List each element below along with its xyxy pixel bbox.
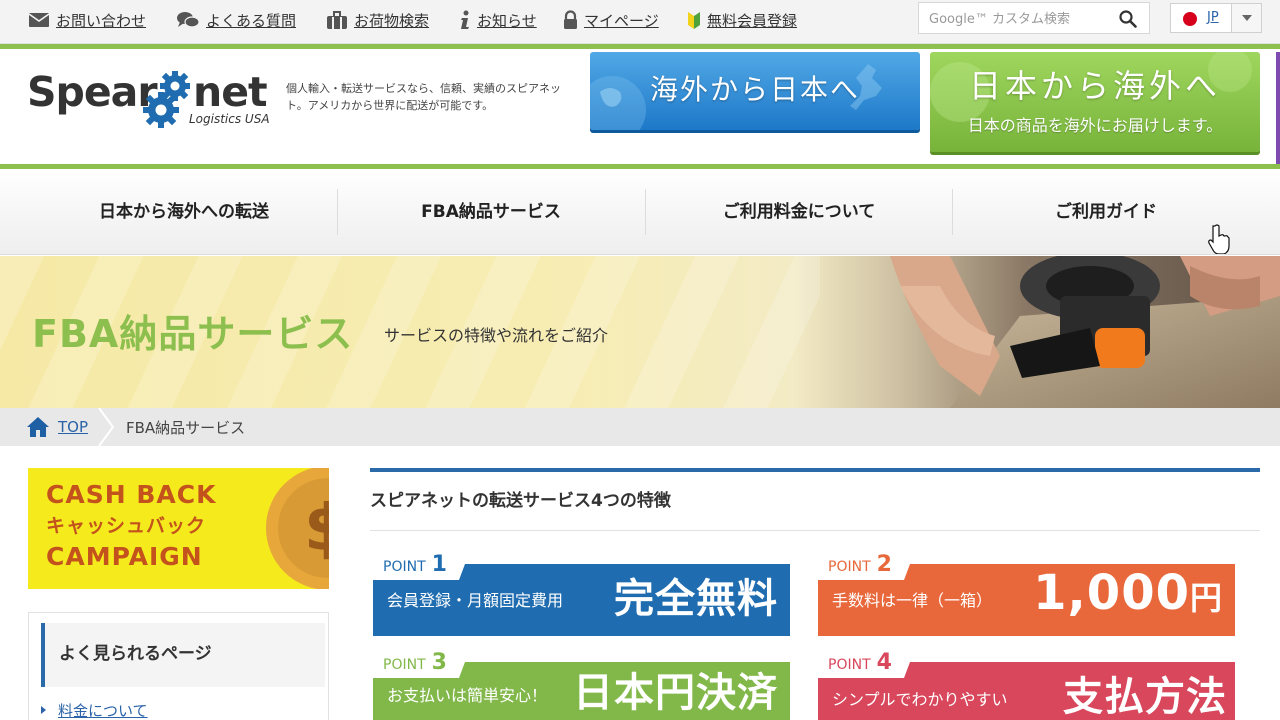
cashback-line3: CAMPAIGN — [46, 542, 203, 571]
point-4-badge: POINT 4 — [828, 652, 892, 676]
faq-link[interactable]: よくある質問 — [176, 9, 296, 31]
register-link[interactable]: 無料会員登録 — [687, 9, 797, 31]
feature-point-3: POINT 3 お支払いは簡単安心！ 日本円決済 — [373, 646, 790, 720]
overseas-to-japan-button[interactable]: 海外から日本へ — [590, 52, 920, 130]
page-subtitle: サービスの特徴や流れをご紹介 — [384, 326, 609, 345]
hand-cursor-icon — [1208, 224, 1230, 254]
point-1-value: 完全無料 — [614, 576, 778, 622]
home-icon — [27, 417, 49, 437]
breadcrumb-top-link[interactable]: TOP — [26, 416, 88, 438]
point-4-tag-notch — [904, 646, 916, 678]
language-selector[interactable]: JP — [1170, 3, 1262, 33]
section-heading: スピアネットの転送サービス4つの特徴 — [370, 491, 671, 511]
faq-label: よくある質問 — [206, 11, 297, 30]
nav-japan-to-overseas[interactable]: 日本から海外への転送 — [30, 169, 338, 255]
sidebar-link-pricing[interactable]: 料金について — [41, 699, 148, 720]
popular-pages-heading: よく見られるページ — [59, 644, 212, 664]
contact-label: お問い合わせ — [56, 11, 147, 30]
point-4-label: シンプルでわかりやすい — [832, 690, 1008, 709]
contact-link[interactable]: お問い合わせ — [28, 9, 146, 31]
point-2-value: 1,000 — [1033, 565, 1190, 621]
site-tagline: 個人輸入・転送サービスなら、信頼、実績のスピアネット。アメリカから世界に配送が可… — [286, 82, 561, 112]
point-4-tag-label: POINT — [828, 657, 871, 673]
feature-point-2: POINT 2 手数料は一律（一箱） 1,000円 — [818, 548, 1235, 640]
point-2-unit: 円 — [1189, 579, 1223, 617]
mypage-label: マイページ — [584, 11, 659, 30]
breadcrumb-separator-icon — [98, 408, 115, 446]
point-1-label: 会員登録・月額固定費用 — [387, 591, 564, 610]
point-2-tag-label: POINT — [828, 559, 871, 575]
search-icon[interactable] — [1119, 10, 1137, 28]
svg-text:$: $ — [304, 492, 329, 566]
japan-to-overseas-subtext: 日本の商品を海外にお届けします。 — [967, 116, 1223, 135]
point-3-tag-label: POINT — [383, 657, 426, 673]
nav-fba-service[interactable]: FBA納品サービス — [337, 169, 645, 255]
point-2-value-group: 1,000円 — [1033, 569, 1223, 621]
point-3-badge: POINT 3 — [383, 652, 447, 676]
overseas-to-japan-label: 海外から日本へ — [650, 73, 861, 106]
popular-pages-heading-box: よく見られるページ — [41, 623, 325, 687]
beginner-mark-icon — [688, 12, 700, 29]
chevron-down-icon[interactable] — [1231, 4, 1261, 32]
mail-icon — [28, 13, 50, 27]
point-4-number: 4 — [876, 650, 892, 675]
dollar-coin-icon: $ — [266, 468, 329, 589]
info-icon — [461, 10, 469, 29]
popular-pages-box: よく見られるページ 料金について — [28, 612, 329, 720]
logo-word-spear: Spear — [27, 68, 158, 116]
nav-pricing[interactable]: ご利用料金について — [645, 169, 953, 255]
logo-subtitle: Logistics USA — [189, 112, 270, 126]
site-logo[interactable]: Spear net Logistics USA — [27, 66, 277, 130]
mypage-link[interactable]: マイページ — [563, 9, 659, 31]
tracking-link[interactable]: お荷物検索 — [326, 9, 429, 31]
point-3-number: 3 — [431, 650, 447, 675]
news-link[interactable]: お知らせ — [459, 9, 537, 31]
feature-point-1: POINT 1 会員登録・月額固定費用 完全無料 — [373, 548, 790, 640]
sidebar-link-label: 料金について — [58, 701, 148, 720]
logo-word-net: net — [193, 68, 268, 116]
arrow-right-icon — [41, 706, 46, 714]
section-top-rule — [370, 468, 1260, 472]
register-label: 無料会員登録 — [707, 11, 798, 30]
hero-banner: FBA納品サービス サービスの特徴や流れをご紹介 — [0, 256, 1280, 408]
japan-to-overseas-button[interactable]: 日本から海外へ 日本の商品を海外にお届けします。 — [930, 52, 1260, 152]
luggage-icon — [327, 11, 347, 29]
global-navigation: 日本から海外への転送 FBA納品サービス ご利用料金について ご利用ガイド — [0, 169, 1280, 255]
point-2-label: 手数料は一律（一箱） — [832, 591, 993, 610]
japan-flag-icon — [1183, 12, 1197, 26]
point-1-number: 1 — [431, 552, 447, 577]
point-3-label: お支払いは簡単安心！ — [387, 686, 548, 705]
search-input[interactable] — [929, 9, 1114, 29]
site-search — [918, 2, 1150, 34]
feature-point-4: POINT 4 シンプルでわかりやすい 支払方法 — [818, 646, 1235, 720]
header-top-divider — [0, 44, 1280, 49]
page-title: FBA納品サービス — [32, 312, 354, 356]
japan-to-overseas-label: 日本から海外へ — [968, 67, 1221, 105]
point-4-value: 支払方法 — [1063, 674, 1227, 720]
language-code: JP — [1207, 10, 1219, 25]
breadcrumb-current: FBA納品サービス — [126, 419, 246, 437]
packing-tape-photo — [890, 256, 1280, 408]
tracking-label: お荷物検索 — [354, 11, 430, 30]
page-edge-accent — [1276, 52, 1280, 164]
point-2-badge: POINT 2 — [828, 554, 892, 578]
point-2-number: 2 — [876, 552, 892, 577]
breadcrumb-top-label: TOP — [58, 418, 89, 436]
cashback-campaign-banner[interactable]: CASH BACK キャッシュバック CAMPAIGN $ — [28, 468, 329, 589]
breadcrumb: TOP FBA納品サービス — [0, 408, 1280, 446]
cashback-line2: キャッシュバック — [46, 515, 207, 537]
point-1-tag-notch — [459, 548, 471, 580]
point-2-tag-notch — [904, 548, 916, 580]
news-label: お知らせ — [477, 11, 537, 30]
lock-icon — [564, 10, 577, 29]
point-1-tag-label: POINT — [383, 559, 426, 575]
top-utility-bar: お問い合わせ よくある質問 お荷物検索 お知らせ マイページ 無料会員登録 JP — [0, 0, 1280, 44]
cashback-line1: CASH BACK — [46, 480, 217, 509]
point-3-tag-notch — [459, 646, 471, 678]
point-3-value: 日本円決済 — [573, 670, 778, 716]
chat-bubbles-icon — [177, 12, 200, 28]
section-divider — [370, 530, 1260, 531]
point-1-badge: POINT 1 — [383, 554, 447, 578]
